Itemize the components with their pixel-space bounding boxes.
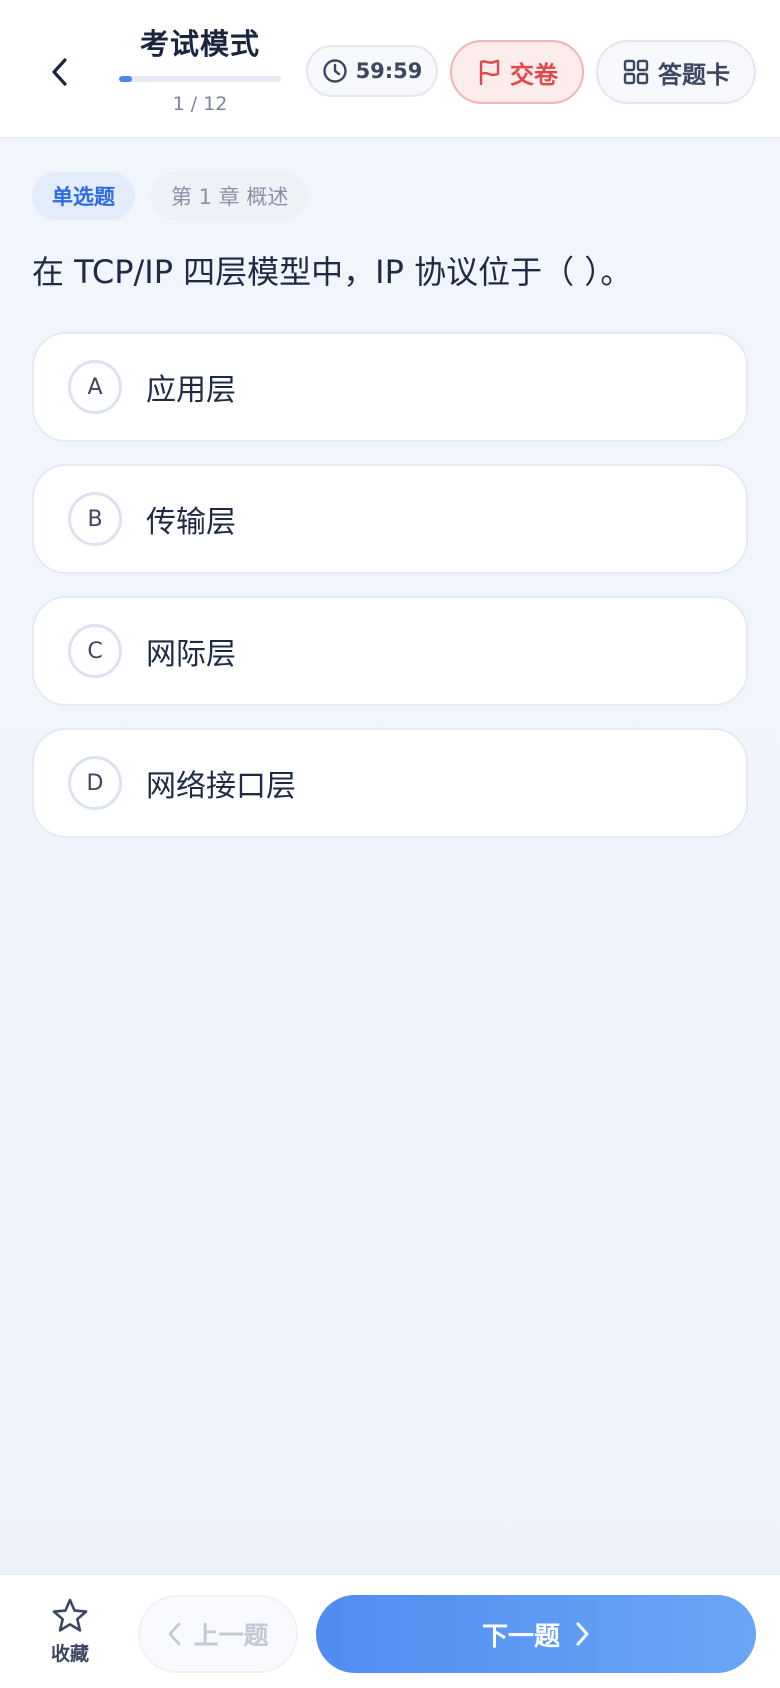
next-question-label: 下一题 bbox=[481, 1621, 560, 1652]
previous-question-button[interactable]: 上一题 bbox=[138, 1595, 298, 1673]
answer-card-label: 答题卡 bbox=[658, 60, 730, 89]
option-text: 传输层 bbox=[146, 505, 236, 540]
previous-question-label: 上一题 bbox=[193, 1621, 269, 1650]
option-text: 应用层 bbox=[146, 373, 236, 408]
timer: 59:59 bbox=[306, 45, 438, 97]
question-tags: 单选题 第 1 章 概述 bbox=[32, 172, 309, 220]
progress-bar bbox=[119, 76, 281, 82]
title-block: 考试模式 1 / 12 bbox=[110, 22, 290, 122]
flag-icon bbox=[479, 59, 500, 86]
chapter-tag: 第 1 章 概述 bbox=[151, 172, 309, 220]
bottom-bar: 收藏 上一题 下一题 bbox=[0, 1574, 780, 1688]
question-text: 在 TCP/IP 四层模型中，IP 协议位于（ ）。 bbox=[32, 253, 633, 291]
next-question-button[interactable]: 下一题 bbox=[316, 1595, 756, 1673]
option-letter: A bbox=[68, 360, 122, 414]
option-text: 网络接口层 bbox=[146, 769, 296, 804]
chevron-left-icon bbox=[52, 58, 67, 86]
chevron-left-icon bbox=[169, 1622, 181, 1646]
favorite-button[interactable]: 收藏 bbox=[40, 1597, 100, 1669]
option-letter: D bbox=[68, 756, 122, 810]
submit-exam-button[interactable]: 交卷 bbox=[450, 40, 584, 104]
option-a[interactable]: A 应用层 bbox=[32, 332, 748, 442]
option-c[interactable]: C 网际层 bbox=[32, 596, 748, 706]
option-text: 网际层 bbox=[146, 637, 236, 672]
timer-value: 59:59 bbox=[355, 59, 423, 83]
option-b[interactable]: B 传输层 bbox=[32, 464, 748, 574]
header-bar: 考试模式 1 / 12 59:59 交卷 答题卡 bbox=[0, 0, 780, 138]
clock-icon bbox=[322, 59, 347, 83]
option-letter: C bbox=[68, 624, 122, 678]
question-type-tag: 单选题 bbox=[32, 172, 135, 220]
page-title: 考试模式 bbox=[139, 27, 260, 61]
options-list: A 应用层 B 传输层 C 网际层 D 网络接口层 bbox=[32, 332, 748, 860]
progress-label: 1 / 12 bbox=[172, 93, 228, 115]
progress-fill bbox=[119, 76, 133, 82]
submit-exam-label: 交卷 bbox=[510, 60, 558, 89]
grid-icon bbox=[623, 59, 649, 85]
chevron-right-icon bbox=[576, 1622, 589, 1646]
star-icon bbox=[52, 1598, 88, 1632]
option-d[interactable]: D 网络接口层 bbox=[32, 728, 748, 838]
option-letter: B bbox=[68, 492, 122, 546]
back-button[interactable] bbox=[40, 50, 80, 94]
answer-card-button[interactable]: 答题卡 bbox=[596, 40, 756, 104]
favorite-label: 收藏 bbox=[50, 1643, 89, 1665]
